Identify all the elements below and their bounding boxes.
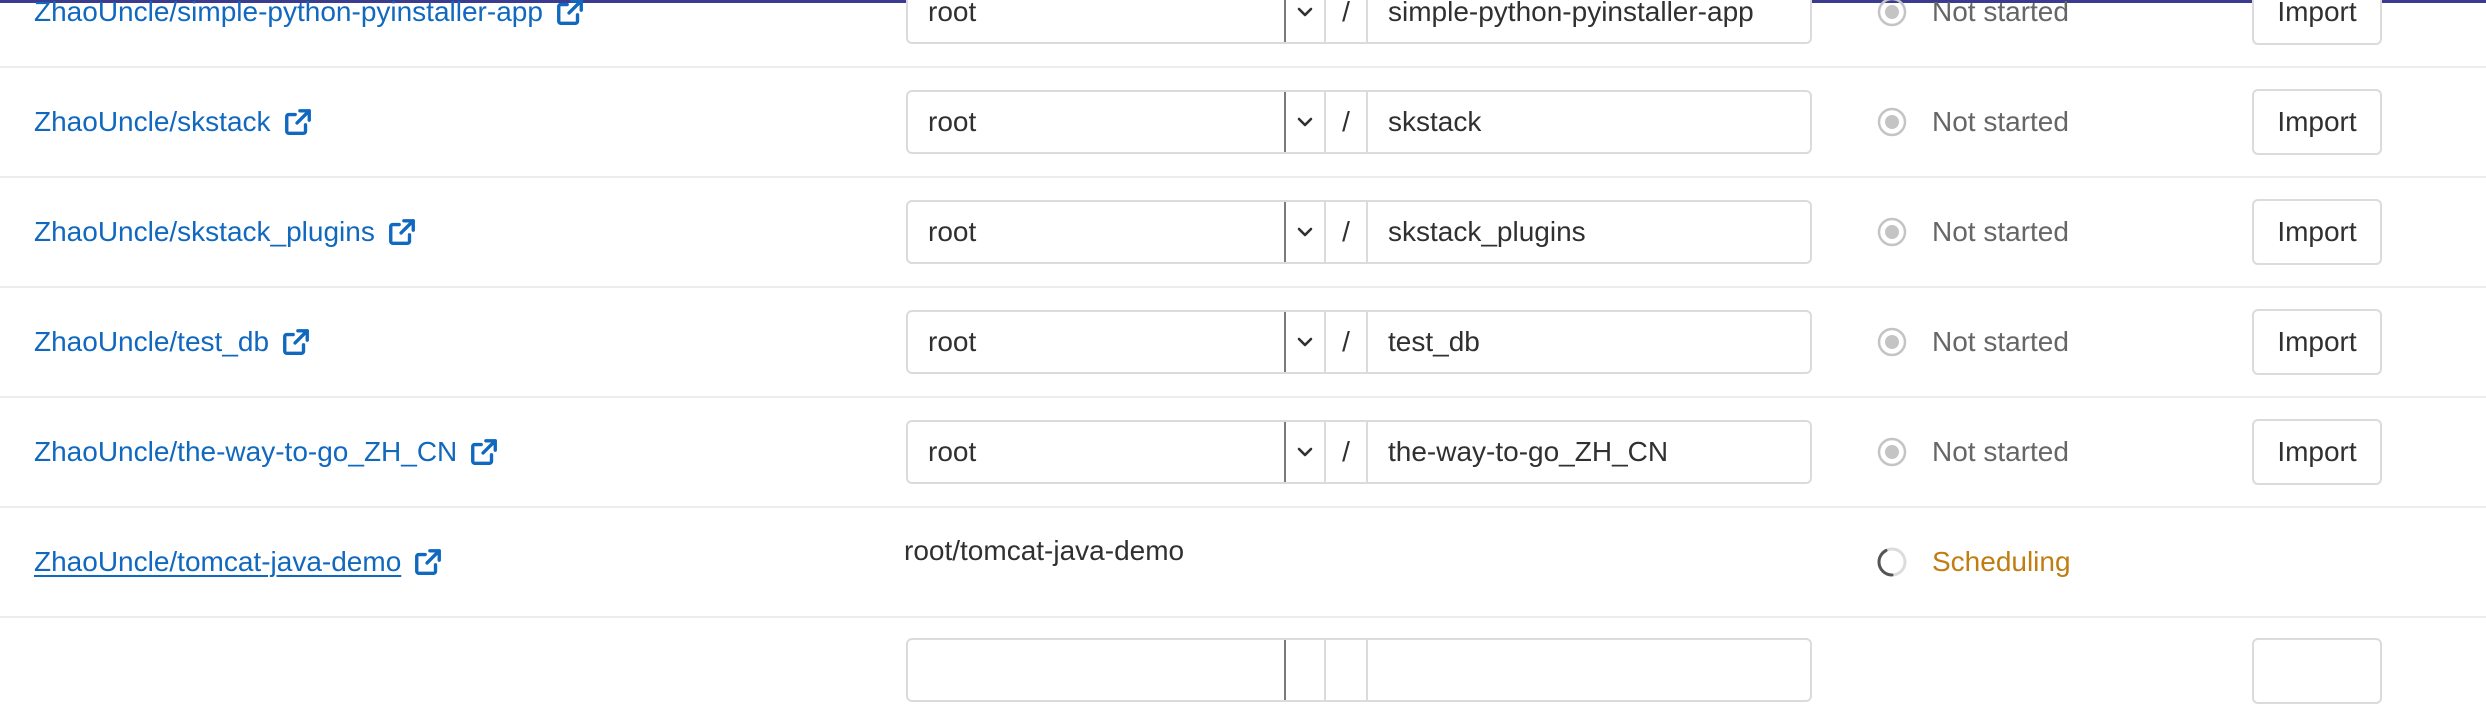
import-button[interactable]: Import: [2252, 0, 2382, 45]
chevron-down-icon: [1297, 7, 1313, 17]
namespace-select[interactable]: root: [908, 92, 1284, 152]
namespace-select[interactable]: root: [908, 0, 1284, 42]
repo-link[interactable]: ZhaoUncle/test_db: [34, 287, 311, 397]
namespace-dropdown-toggle[interactable]: [1284, 202, 1326, 262]
repo-name: ZhaoUncle/skstack: [34, 106, 271, 137]
table-row: ZhaoUncle/the-way-to-go_ZH_CN root / Not…: [0, 397, 2486, 507]
namespace-dropdown-toggle[interactable]: [1284, 640, 1326, 700]
import-status: Not started: [1876, 397, 2069, 507]
namespace-select[interactable]: root: [908, 312, 1284, 372]
status-text: Not started: [1932, 326, 2069, 357]
repo-link[interactable]: ZhaoUncle/tomcat-java-demo: [34, 507, 443, 617]
import-status: Not started: [1876, 177, 2069, 287]
chevron-down-icon: [1297, 227, 1313, 237]
import-button[interactable]: Import: [2252, 89, 2382, 155]
project-name-input[interactable]: [1368, 202, 1810, 262]
external-link-icon: [387, 217, 417, 247]
repo-name: ZhaoUncle/the-way-to-go_ZH_CN: [34, 436, 458, 467]
table-row: ZhaoUncle/test_db root / Not started Imp…: [0, 287, 2486, 397]
import-status: Not started: [1876, 0, 2069, 67]
target-path-group: [906, 638, 1812, 702]
path-separator: /: [1326, 422, 1368, 482]
radio-status-icon: [1876, 106, 1908, 138]
radio-status-icon: [1876, 216, 1908, 248]
project-name-input[interactable]: [1368, 0, 1810, 42]
radio-status-icon: [1876, 0, 1908, 28]
status-text: Not started: [1932, 216, 2069, 247]
table-row-partial: [0, 617, 2486, 727]
spinner-icon: [1876, 546, 1908, 578]
import-status: Scheduling: [1876, 507, 2071, 617]
namespace-select[interactable]: root: [908, 422, 1284, 482]
chevron-down-icon: [1297, 337, 1313, 347]
repo-link[interactable]: ZhaoUncle/simple-python-pyinstaller-app: [34, 0, 585, 67]
namespace-dropdown-toggle[interactable]: [1284, 0, 1326, 42]
chevron-down-icon: [1297, 447, 1313, 457]
project-name-input[interactable]: [1368, 422, 1810, 482]
status-text: Scheduling: [1932, 546, 2071, 577]
path-separator: /: [1326, 0, 1368, 42]
target-path-text: root/tomcat-java-demo: [904, 535, 1185, 566]
import-button[interactable]: Import: [2252, 419, 2382, 485]
external-link-icon: [413, 547, 443, 577]
radio-status-icon: [1876, 326, 1908, 358]
path-separator: /: [1326, 312, 1368, 372]
project-name-input[interactable]: [1368, 92, 1810, 152]
status-text: Not started: [1932, 436, 2069, 467]
repo-link[interactable]: ZhaoUncle/skstack_plugins: [34, 177, 417, 287]
target-path-group: root /: [906, 200, 1812, 264]
namespace-dropdown-toggle[interactable]: [1284, 92, 1326, 152]
namespace-dropdown-toggle[interactable]: [1284, 422, 1326, 482]
repo-link[interactable]: ZhaoUncle/skstack: [34, 67, 313, 177]
repo-name: ZhaoUncle/simple-python-pyinstaller-app: [34, 0, 543, 27]
import-status: Not started: [1876, 67, 2069, 177]
import-projects-table: ZhaoUncle/simple-python-pyinstaller-app …: [0, 0, 2486, 704]
radio-status-icon: [1876, 436, 1908, 468]
external-link-icon: [281, 327, 311, 357]
repo-name: ZhaoUncle/tomcat-java-demo: [34, 546, 402, 577]
table-row: ZhaoUncle/simple-python-pyinstaller-app …: [0, 0, 2486, 67]
status-text: Not started: [1932, 0, 2069, 27]
repo-name: ZhaoUncle/skstack_plugins: [34, 216, 375, 247]
target-path-group: root /: [906, 90, 1812, 154]
target-path-group: root /: [906, 0, 1812, 44]
external-link-icon: [555, 0, 585, 27]
repo-link[interactable]: ZhaoUncle/the-way-to-go_ZH_CN: [34, 397, 499, 507]
repo-name: ZhaoUncle/test_db: [34, 326, 270, 357]
table-row: ZhaoUncle/skstack_plugins root / Not sta…: [0, 177, 2486, 287]
status-text: Not started: [1932, 106, 2069, 137]
namespace-dropdown-toggle[interactable]: [1284, 312, 1326, 372]
table-row: ZhaoUncle/skstack root / Not started Imp…: [0, 67, 2486, 177]
external-link-icon: [283, 107, 313, 137]
import-button[interactable]: Import: [2252, 309, 2382, 375]
path-separator: /: [1326, 92, 1368, 152]
import-status: Not started: [1876, 287, 2069, 397]
table-row: ZhaoUncle/tomcat-java-demo root/tomcat-j…: [0, 507, 2486, 617]
path-separator: [1326, 640, 1368, 700]
chevron-down-icon: [1297, 117, 1313, 127]
import-button[interactable]: Import: [2252, 199, 2382, 265]
import-button[interactable]: [2252, 638, 2382, 704]
namespace-select[interactable]: root: [908, 202, 1284, 262]
path-separator: /: [1326, 202, 1368, 262]
target-path-group: root /: [906, 310, 1812, 374]
target-path-group: root /: [906, 420, 1812, 484]
namespace-select[interactable]: [908, 640, 1284, 700]
external-link-icon: [469, 437, 499, 467]
project-name-input[interactable]: [1368, 312, 1810, 372]
